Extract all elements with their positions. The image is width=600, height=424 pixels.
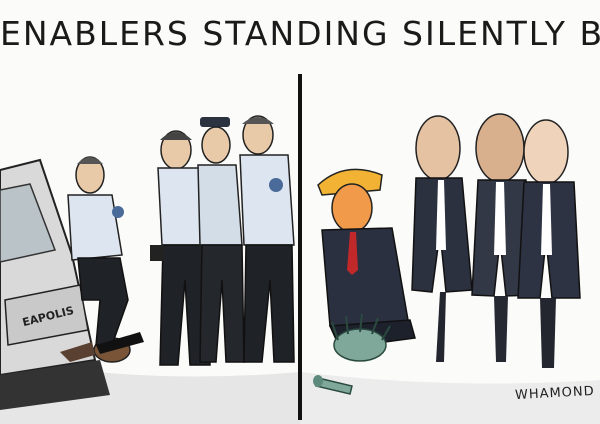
officer-standing-3 (239, 115, 295, 363)
suit-figure-1 (411, 115, 473, 362)
cartoon-panel: ENABLERS STANDING SILENTLY BY EAPOLIS WH… (0, 0, 600, 424)
cartoon-illustration: EAPOLIS (0, 74, 600, 424)
kneeling-figure (317, 168, 416, 349)
suit-figure-3 (517, 119, 581, 368)
officer-standing-2 (197, 117, 245, 363)
